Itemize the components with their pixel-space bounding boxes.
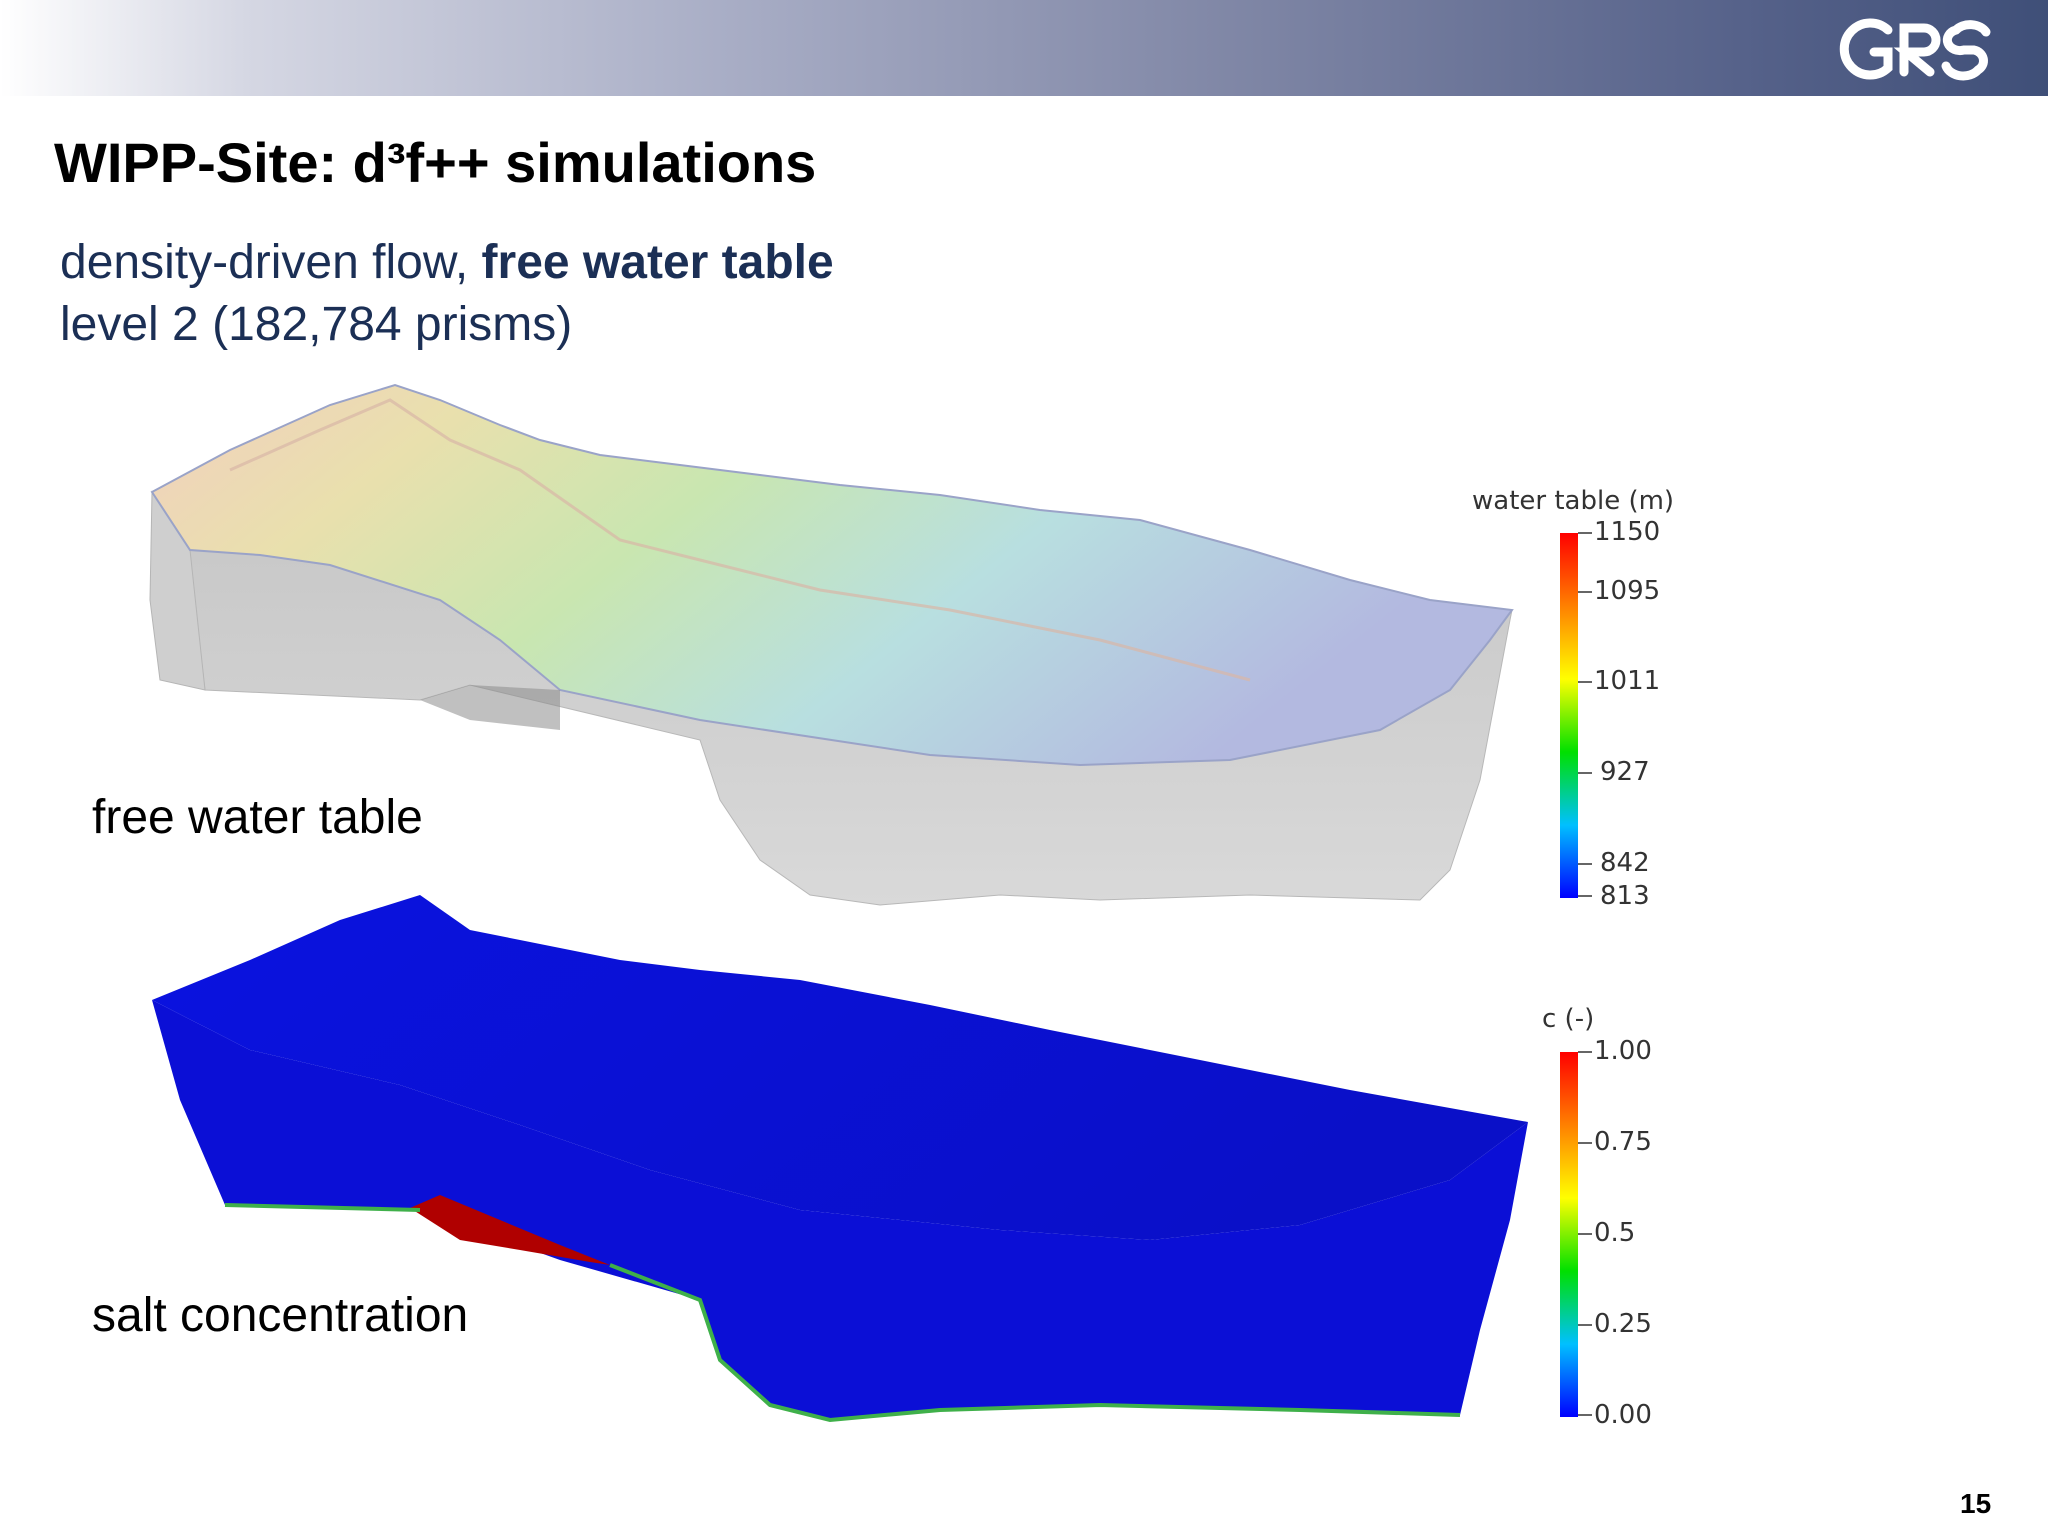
water-table-tick-label: 842	[1600, 848, 1650, 878]
page-number: 15	[1960, 1488, 1992, 1519]
salt-tick-label: 0.75	[1594, 1127, 1652, 1157]
salt-tick-label: 0.5	[1594, 1218, 1636, 1248]
panel-label-free-water-table: free water table	[92, 791, 423, 844]
salt-colorbar-gradient	[1560, 1052, 1578, 1417]
salt-tick-label: 1.00	[1594, 1036, 1652, 1066]
slide-title: WIPP-Site: d³f++ simulations	[54, 131, 817, 194]
water-table-colorbar	[1560, 532, 1592, 898]
water-table-tick-label: 1095	[1594, 576, 1661, 606]
salt-legend-title: c (-)	[1542, 1004, 1595, 1034]
water-table-legend-title: water table (m)	[1472, 486, 1675, 516]
water-table-tick-label: 813	[1600, 881, 1650, 911]
salt-colorbar	[1560, 1051, 1592, 1417]
header-band	[0, 0, 2048, 96]
subtitle-line-2: level 2 (182,784 prisms)	[60, 298, 573, 351]
water-table-colorbar-gradient	[1560, 533, 1578, 898]
subtitle-plain-text: density-driven flow,	[60, 236, 482, 289]
water-table-tick-label: 1011	[1594, 666, 1661, 696]
water-table-colorbar-ticks	[1578, 532, 1592, 897]
salt-tick-label: 0.00	[1594, 1400, 1652, 1430]
subtitle-bold-text: free water table	[481, 236, 834, 289]
slide-subtitle: density-driven flow, free water table le…	[60, 232, 834, 356]
grs-logo	[1839, 18, 1991, 81]
salt-tick-label: 0.25	[1594, 1309, 1652, 1339]
subtitle-line-1: density-driven flow, free water table	[60, 232, 834, 294]
panel-label-salt-concentration: salt concentration	[92, 1289, 469, 1342]
water-table-tick-label: 1150	[1594, 517, 1661, 547]
salt-colorbar-ticks	[1578, 1051, 1592, 1416]
water-table-tick-label: 927	[1600, 757, 1650, 787]
